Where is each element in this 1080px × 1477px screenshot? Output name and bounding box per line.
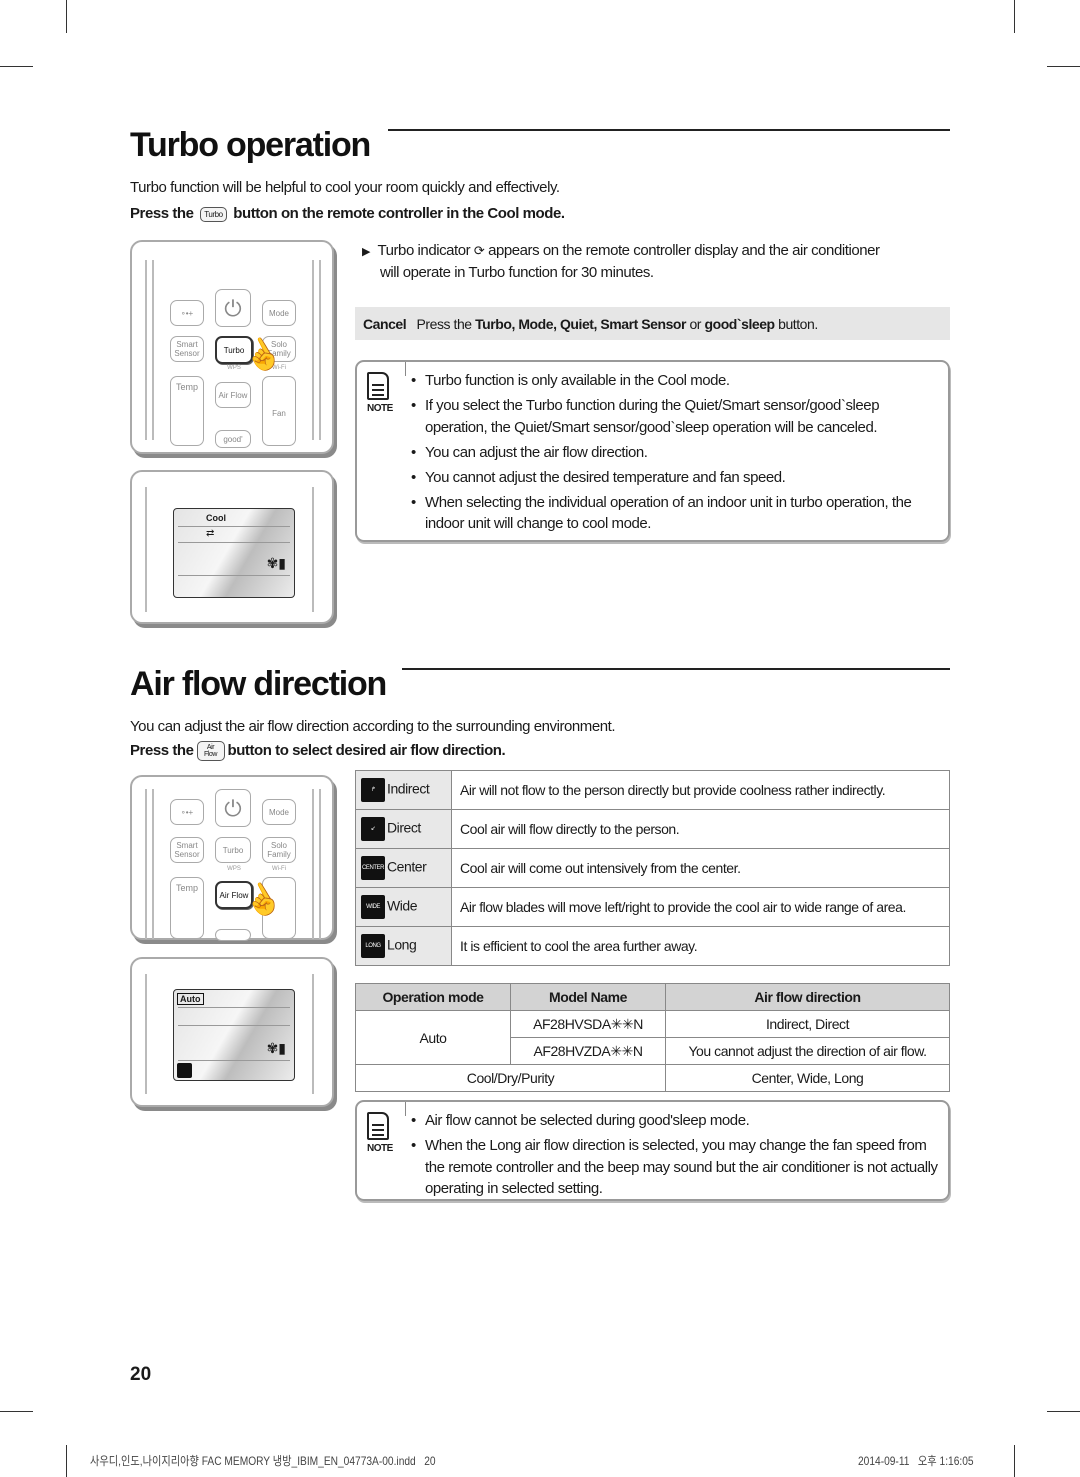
good-sleep-button: [215, 929, 251, 941]
solo-family-button: Solo Family: [262, 837, 296, 863]
turbo-key-icon: Turbo: [200, 206, 227, 222]
remote-illustration-airflow: ∘•+ ⏻ Mode Smart Sensor Turbo Solo Famil…: [130, 775, 334, 941]
press-suffix: button on the remote controller in the C…: [233, 205, 565, 222]
good-sleep-button: good': [215, 430, 251, 448]
note-icon: [367, 1112, 389, 1140]
note-item: Air flow cannot be selected during good'…: [409, 1110, 939, 1132]
turbo-intro: Turbo function will be helpful to cool y…: [130, 179, 560, 196]
note-label: NOTE: [367, 403, 393, 414]
title-rule: [388, 129, 950, 131]
airflow-key-icon: Air Flow: [196, 741, 225, 761]
wide-icon: WIDE: [361, 895, 385, 919]
footer-file: 사우디,인도,나이지리아향 FAC MEMORY 냉방_IBIM_EN_0477…: [90, 1454, 436, 1468]
fan-speed-icon: ✾▮: [266, 555, 286, 571]
crop-mark: [66, 0, 67, 33]
temp-button: Temp: [170, 376, 204, 446]
note-item: Turbo function is only available in the …: [409, 370, 939, 392]
turbo-indicator-text-2: will operate in Turbo function for 30 mi…: [380, 264, 654, 281]
note-item: When selecting the individual operation …: [409, 492, 939, 535]
note-icon: [367, 372, 389, 400]
column-header: Air flow direction: [665, 983, 950, 1011]
note-box-airflow: NOTE Air flow cannot be selected during …: [355, 1100, 950, 1201]
press-prefix: Press the: [130, 205, 194, 222]
display-mode: Cool: [206, 513, 226, 523]
smart-sensor-button: Smart Sensor: [170, 336, 204, 362]
long-icon: LONG: [361, 934, 385, 958]
note-item: If you select the Turbo function during …: [409, 395, 939, 438]
crop-mark: [1014, 0, 1015, 33]
turbo-button: Turbo: [215, 837, 251, 863]
page-number: 20: [130, 1364, 152, 1385]
table-row: WIDE Wide Air flow blades will move left/r…: [355, 887, 950, 927]
crop-mark: [1047, 1411, 1080, 1412]
table-row: LONG Long It is efficient to cool the area…: [355, 926, 950, 966]
crop-mark: [1014, 1445, 1015, 1477]
turbo-indicator-icon: ⟳: [473, 243, 485, 258]
table-row: ↱ Indirect Air will not flow to the person…: [355, 770, 950, 810]
turbo-indicator-text: ▶ Turbo indicator ⟳ appears on the remot…: [362, 242, 880, 259]
remote-illustration-turbo: ∘•+ ⏻ Mode Smart Sensor Turbo Solo Famil…: [130, 240, 334, 454]
section-title-turbo: Turbo operation: [130, 126, 371, 164]
section-title-airflow: Air flow direction: [130, 665, 387, 703]
remote-display-airflow: Auto ✾▮: [130, 957, 334, 1107]
title-rule: [402, 668, 950, 670]
wps-label: WPS: [227, 866, 241, 872]
airflow-modes-table: ↱ Indirect Air will not flow to the person…: [355, 770, 950, 966]
crop-mark: [1047, 66, 1080, 67]
ion-button: ∘•+: [170, 300, 204, 326]
indirect-icon: [177, 1063, 192, 1078]
column-header: Operation mode: [355, 983, 511, 1011]
note-item: When the Long air flow direction is sele…: [409, 1135, 939, 1200]
power-icon: ⏻: [215, 289, 251, 327]
table-row: CENTER Center Cool air will come out inten…: [355, 848, 950, 888]
note-item: You can adjust the air flow direction.: [409, 442, 939, 464]
cancel-instruction: Cancel Press the Turbo, Mode, Quiet, Sma…: [355, 307, 950, 340]
fan-button: Fan: [262, 376, 296, 446]
crop-mark: [66, 1445, 67, 1477]
direct-icon: ↙: [361, 817, 385, 841]
smart-sensor-button: Smart Sensor: [170, 837, 204, 863]
model-airflow-table: Operation mode Model Name Air flow directi…: [355, 983, 950, 1092]
fan-speed-icon: ✾▮: [266, 1040, 286, 1056]
note-item: You cannot adjust the desired temperatur…: [409, 467, 939, 489]
turbo-instruction: Press the Turbo button on the remote con…: [130, 205, 565, 222]
power-icon: ⏻: [215, 789, 251, 827]
airflow-intro: You can adjust the air flow direction ac…: [130, 718, 616, 735]
display-mode: Auto: [177, 993, 204, 1005]
airflow-instruction: Press the Air Flow button to select desire…: [130, 741, 506, 761]
temp-button: Temp: [170, 877, 204, 939]
mode-button: Mode: [262, 799, 296, 825]
turbo-indicator-icon: ⇄: [206, 528, 215, 539]
wifi-label: Wi-Fi: [272, 866, 286, 872]
center-icon: CENTER: [361, 856, 385, 880]
crop-mark: [0, 1411, 33, 1412]
ion-button: ∘•+: [170, 799, 204, 825]
airflow-button: Air Flow: [215, 382, 251, 408]
table-row: ↙ Direct Cool air will flow directly to th…: [355, 809, 950, 849]
note-label: NOTE: [367, 1143, 393, 1154]
indirect-icon: ↱: [361, 778, 385, 802]
mode-button: Mode: [262, 300, 296, 326]
footer-date: 2014-09-11 오후 1:16:05: [858, 1454, 974, 1468]
note-box-turbo: NOTE Turbo function is only available in…: [355, 360, 950, 542]
crop-mark: [0, 66, 33, 67]
remote-display-turbo: Cool ⇄ ✾▮: [130, 470, 334, 624]
column-header: Model Name: [510, 983, 666, 1011]
table-row: Cool/Dry/Purity Center, Wide, Long: [355, 1064, 950, 1092]
table-row: Auto AF28HVSDA✳✳N Indirect, Direct: [355, 1010, 950, 1065]
